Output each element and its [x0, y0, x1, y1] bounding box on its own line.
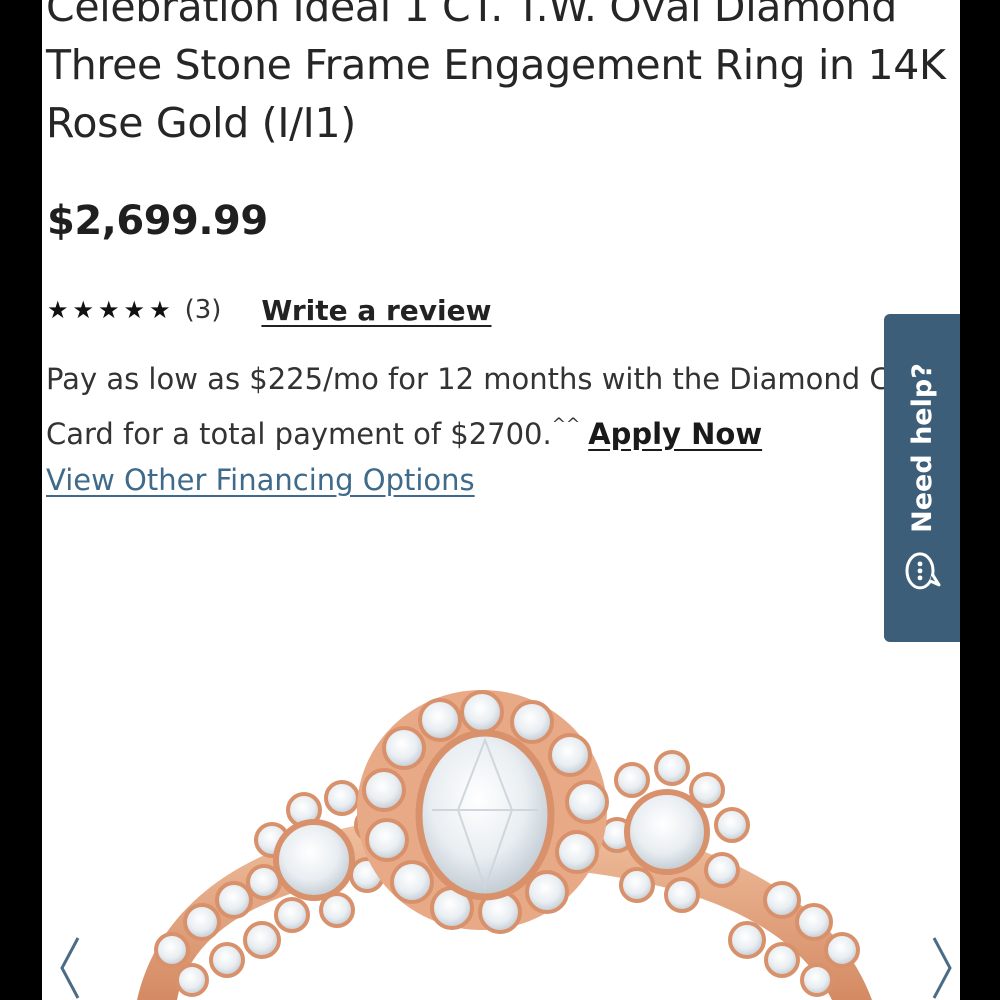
need-help-label: Need help? [906, 363, 938, 533]
product-price: $2,699.99 [47, 198, 268, 244]
rating-row: ★★★★★ (3) Write a review [47, 288, 492, 332]
financing-text: Pay as low as $225/mo for 12 months with… [46, 356, 960, 457]
financing-line-1: Pay as low as $225/mo for 12 months with… [46, 362, 890, 396]
review-count[interactable]: (3) [185, 295, 222, 325]
need-help-content: Need help? [902, 363, 942, 593]
chevron-left-icon [60, 937, 80, 999]
star-rating[interactable]: ★★★★★ [47, 296, 175, 324]
chevron-right-icon [932, 937, 952, 999]
need-help-tab[interactable]: Need help? [884, 314, 960, 642]
ring-image [137, 690, 872, 1000]
gallery-prev-button[interactable] [50, 930, 90, 1000]
write-review-link[interactable]: Write a review [261, 294, 491, 327]
financing-line-2: Card for a total payment of $2700.^^ Appl… [46, 402, 960, 457]
product-title: Celebration Ideal 1 CT. T.W. Oval Diamon… [46, 0, 946, 147]
financing-line-2-text: Card for a total payment of $2700. [46, 417, 552, 451]
view-financing-options-link[interactable]: View Other Financing Options [46, 463, 475, 497]
apply-now-link[interactable]: Apply Now [588, 417, 762, 451]
product-image[interactable] [42, 660, 960, 1000]
gallery-next-button[interactable] [922, 930, 960, 1000]
footnote-mark: ^^ [551, 415, 581, 435]
product-page: Celebration Ideal 1 CT. T.W. Oval Diamon… [42, 0, 960, 1000]
chat-bubble-icon [905, 552, 941, 590]
